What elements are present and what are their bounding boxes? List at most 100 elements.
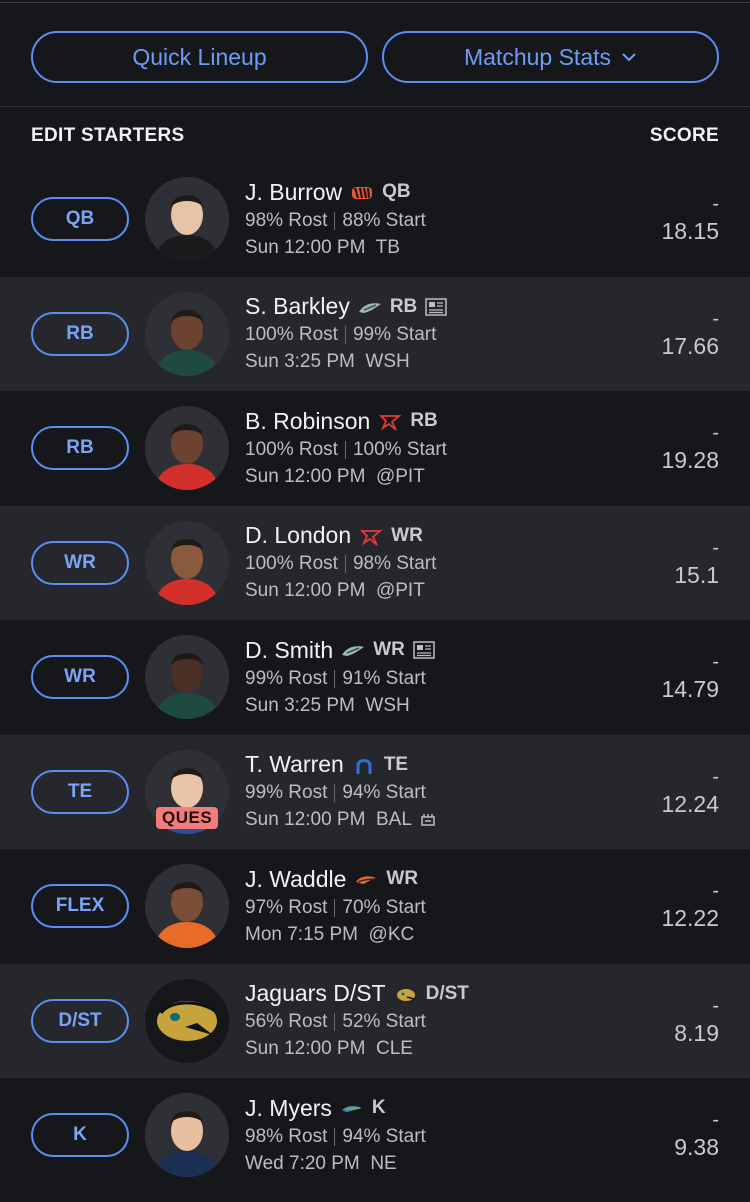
slot-button[interactable]: FLEX (31, 884, 129, 929)
player-avatar[interactable] (145, 978, 229, 1063)
roster-percent: 100% Rost (245, 324, 338, 346)
divider (344, 555, 346, 574)
player-name[interactable]: J. Myers (245, 1095, 332, 1122)
player-info: D. London WR 100% Rost 98% Start Sun 12:00 P… (245, 521, 436, 605)
start-percent: 99% Start (352, 324, 437, 346)
projected-score: 19.28 (661, 447, 719, 474)
matchup-stats-label: Matchup Stats (463, 43, 612, 70)
player-name[interactable]: J. Waddle (245, 866, 346, 893)
player-position: D/ST (425, 982, 469, 1004)
player-avatar[interactable] (145, 177, 229, 262)
game-info: Sun 12:00 PM @PIT (245, 465, 425, 487)
player-score: -15.1 (674, 536, 719, 590)
player-score: -19.28 (661, 421, 719, 475)
player-score: -8.19 (674, 994, 719, 1048)
player-avatar[interactable] (145, 520, 229, 605)
start-percent: 100% Start (352, 438, 447, 460)
player-name[interactable]: T. Warren (245, 751, 344, 778)
slot-button[interactable]: RB (31, 311, 129, 356)
player-avatar[interactable] (145, 1093, 229, 1178)
player-position: RB (410, 410, 438, 432)
roster-percent: 100% Rost (245, 438, 338, 460)
table-header: EDIT STARTERS SCORE (0, 107, 750, 165)
projected-dash: - (712, 422, 719, 445)
game-info: Sun 3:25 PM WSH (245, 351, 410, 373)
divider (334, 898, 336, 917)
matchup-stats-button[interactable]: Matchup Stats (382, 31, 719, 83)
player-name[interactable]: S. Barkley (245, 293, 350, 320)
divider (334, 1127, 336, 1146)
injury-status-badge: QUES (156, 807, 219, 829)
player-position: TE (383, 753, 409, 775)
start-percent: 91% Start (342, 667, 426, 689)
starters-list: QB J. Burrow QB 98% Rost 88% Start Sun 12:00 … (0, 162, 750, 1193)
game-info: Mon 7:15 PM @KC (245, 923, 415, 945)
divider (334, 669, 336, 688)
stadium-icon (421, 814, 435, 826)
player-info: Jaguars D/ST D/ST 56% Rost 52% Start Sun 12:… (245, 979, 469, 1063)
player-avatar[interactable] (145, 864, 229, 949)
projected-score: 15.1 (674, 561, 719, 588)
game-info: Sun 3:25 PM WSH (245, 694, 410, 716)
player-row[interactable]: D/ST Jaguars D/ST D/ST 56% Rost 52% Start Sun… (0, 963, 750, 1078)
start-percent: 94% Start (342, 1125, 426, 1147)
projected-score: 8.19 (674, 1019, 719, 1046)
game-info: Sun 12:00 PM @PIT (245, 580, 425, 602)
player-row[interactable]: RB S. Barkley RB 100% Rost 99% Start Sun 3:25… (0, 276, 750, 391)
roster-percent: 99% Rost (245, 782, 328, 804)
broncos-icon (354, 869, 378, 889)
player-score: -17.66 (661, 307, 719, 361)
player-score: -9.38 (674, 1108, 719, 1162)
slot-button[interactable]: WR (31, 540, 129, 585)
player-name[interactable]: Jaguars D/ST (245, 980, 386, 1007)
seahawks-icon (340, 1098, 364, 1118)
player-position: WR (386, 868, 419, 890)
projected-dash: - (712, 307, 719, 330)
start-percent: 52% Start (342, 1011, 426, 1033)
divider (334, 211, 336, 230)
player-row[interactable]: WR D. London WR 100% Rost 98% Start Sun 12:00… (0, 505, 750, 620)
player-row[interactable]: TE T. Warren TE 99% Rost 94% Start Sun 12:00 … (0, 734, 750, 849)
player-position: WR (391, 524, 423, 546)
score-heading: SCORE (649, 124, 719, 146)
player-score: -12.22 (661, 879, 719, 933)
roster-percent: 98% Rost (245, 209, 328, 231)
quick-lineup-label: Quick Lineup (132, 43, 267, 70)
player-row[interactable]: K J. Myers K 98% Rost 94% Start Wed 7:20 PM N… (0, 1078, 750, 1193)
news-icon[interactable] (413, 641, 435, 659)
player-avatar[interactable] (145, 406, 229, 491)
bengals-icon (350, 182, 374, 202)
player-name[interactable]: D. Smith (245, 637, 333, 664)
slot-button[interactable]: TE (31, 769, 129, 814)
falcons-icon (378, 411, 402, 431)
player-score: -18.15 (661, 192, 719, 246)
quick-lineup-button[interactable]: Quick Lineup (31, 31, 368, 83)
roster-percent: 97% Rost (245, 896, 328, 918)
player-row[interactable]: RB B. Robinson RB 100% Rost 100% Start Sun 12… (0, 391, 750, 506)
player-name[interactable]: D. London (245, 522, 351, 549)
roster-percent: 98% Rost (245, 1125, 328, 1147)
player-avatar[interactable] (145, 291, 229, 376)
player-position: RB (389, 295, 418, 317)
player-name[interactable]: J. Burrow (245, 179, 342, 206)
player-info: B. Robinson RB 100% Rost 100% Start Sun 12:0… (245, 406, 447, 490)
news-icon[interactable] (425, 298, 448, 316)
game-info: Sun 12:00 PM CLE (245, 1038, 413, 1060)
player-info: J. Burrow QB 98% Rost 88% Start Sun 12:00 PM… (245, 177, 426, 261)
projected-score: 12.22 (661, 905, 719, 932)
slot-button[interactable]: WR (31, 655, 129, 700)
start-percent: 94% Start (342, 782, 426, 804)
player-info: S. Barkley RB 100% Rost 99% Start Sun 3:25 P… (245, 292, 448, 376)
slot-button[interactable]: D/ST (31, 998, 129, 1043)
player-row[interactable]: QB J. Burrow QB 98% Rost 88% Start Sun 12:00 … (0, 162, 750, 277)
slot-button[interactable]: QB (31, 197, 129, 242)
player-info: D. Smith WR 99% Rost 91% Start Sun 3:25 PM W… (245, 635, 435, 719)
slot-button[interactable]: K (31, 1113, 129, 1158)
slot-button[interactable]: RB (31, 426, 129, 471)
roster-percent: 56% Rost (245, 1011, 328, 1033)
player-name[interactable]: B. Robinson (245, 408, 370, 435)
player-avatar[interactable] (145, 635, 229, 720)
player-row[interactable]: WR D. Smith WR 99% Rost 91% Start Sun 3:25 PM… (0, 620, 750, 735)
game-info: Sun 12:00 PM BAL (245, 809, 412, 831)
player-row[interactable]: FLEX J. Waddle WR 97% Rost 70% Start Mon 7:15… (0, 849, 750, 964)
